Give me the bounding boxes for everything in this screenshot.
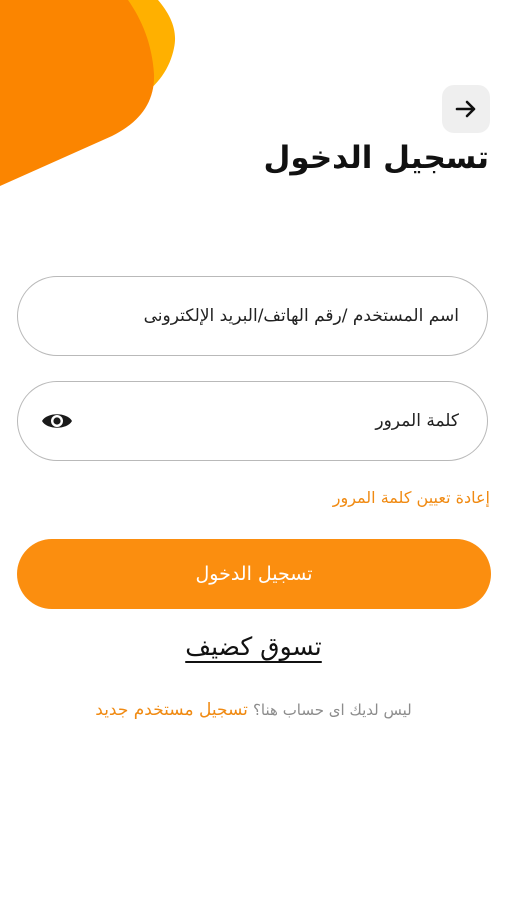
login-screen: تسجيل الدخول إعادة تعيين كلمة المرور تسج… [0, 0, 507, 900]
password-field[interactable] [17, 381, 488, 461]
eye-icon[interactable] [40, 408, 74, 434]
register-link[interactable]: تسجيل مستخدم جديد [95, 700, 248, 720]
guest-shopping-link[interactable]: تسوق كضيف [0, 632, 507, 661]
login-button[interactable]: تسجيل الدخول [17, 539, 491, 609]
back-button[interactable] [442, 85, 490, 133]
register-prompt-text: ليس لديك اى حساب هنا؟ [252, 701, 412, 719]
forgot-password-link[interactable]: إعادة تعيين كلمة المرور [333, 488, 490, 507]
username-field[interactable] [17, 276, 488, 356]
decorative-blob [0, 0, 176, 186]
password-input[interactable] [79, 382, 459, 460]
register-prompt-row: ليس لديك اى حساب هنا؟ تسجيل مستخدم جديد [0, 700, 507, 720]
arrow-right-icon [455, 100, 476, 118]
username-input[interactable] [59, 277, 459, 355]
page-title: تسجيل الدخول [263, 140, 490, 176]
